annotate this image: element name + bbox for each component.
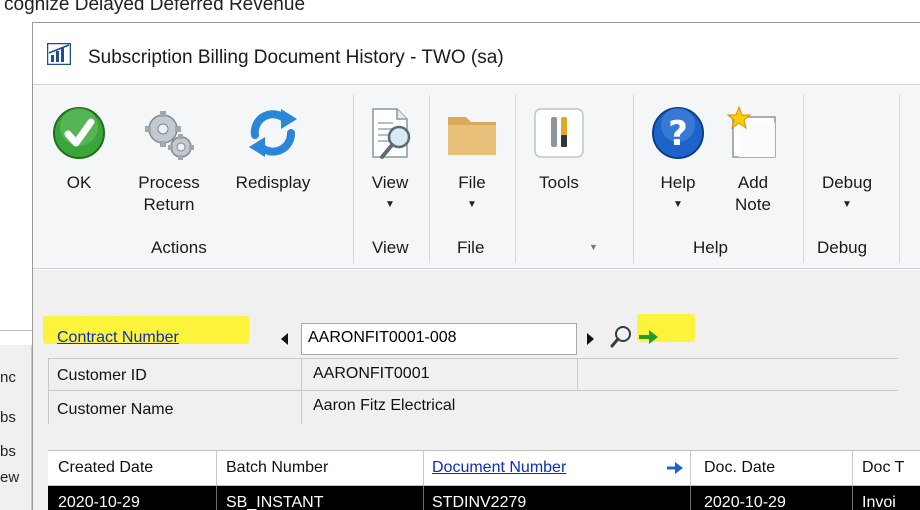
next-record-button[interactable] bbox=[579, 325, 601, 353]
debug-label: Debug bbox=[821, 173, 873, 192]
file-label: File bbox=[458, 173, 486, 192]
svg-text:?: ? bbox=[668, 114, 688, 154]
column-header-doc-type[interactable]: Doc T bbox=[862, 459, 904, 477]
help-label: Help bbox=[660, 173, 696, 192]
subscription-billing-window: Subscription Billing Document History - … bbox=[32, 22, 920, 510]
redisplay-button[interactable]: Redisplay bbox=[223, 85, 323, 225]
ribbon-separator bbox=[353, 95, 354, 263]
cell-batch-number: SB_INSTANT bbox=[226, 494, 324, 510]
background-strip-item: ew bbox=[0, 469, 20, 486]
column-divider bbox=[690, 486, 691, 510]
chevron-down-icon: ▼ bbox=[467, 199, 477, 210]
row-divider bbox=[48, 358, 898, 359]
ribbon-separator bbox=[429, 95, 430, 263]
add-note-line2: Note bbox=[735, 195, 771, 214]
ribbon-separator bbox=[803, 95, 804, 263]
background-divider bbox=[0, 330, 32, 331]
history-table-header: Created Date Batch Number Document Numbe… bbox=[48, 450, 920, 487]
refresh-icon bbox=[249, 109, 297, 157]
redisplay-label: Redisplay bbox=[235, 173, 311, 192]
customer-name-value: Aaron Fitz Electrical bbox=[313, 397, 456, 414]
folder-icon bbox=[448, 117, 496, 155]
cell-document-number: STDINV2279 bbox=[432, 494, 527, 510]
add-note-line1: Add bbox=[737, 173, 769, 192]
contract-number-link[interactable]: Contract Number bbox=[57, 329, 179, 347]
chevron-down-icon: ▼ bbox=[385, 199, 395, 210]
column-divider bbox=[216, 451, 217, 487]
tools-button[interactable]: Tools bbox=[519, 85, 599, 225]
help-group-label: Help bbox=[693, 238, 728, 257]
contract-number-input[interactable]: AARONFIT0001-008 bbox=[301, 323, 577, 355]
arrow-right-icon[interactable] bbox=[666, 461, 684, 475]
ribbon-separator bbox=[899, 95, 900, 263]
customer-id-label: Customer ID bbox=[57, 367, 147, 384]
table-row[interactable]: 2020-10-29 SB_INSTANT STDINV2279 2020-10… bbox=[48, 486, 920, 510]
ribbon-separator bbox=[515, 95, 516, 263]
chevron-right-icon bbox=[587, 333, 594, 345]
column-header-batch-number[interactable]: Batch Number bbox=[226, 459, 328, 477]
chevron-down-icon: ▼ bbox=[673, 199, 683, 210]
process-return-button[interactable]: Process Return bbox=[121, 85, 217, 225]
window-title: Subscription Billing Document History - … bbox=[88, 47, 504, 68]
row-divider bbox=[48, 358, 49, 424]
process-return-label: Process Return bbox=[121, 172, 217, 216]
row-divider bbox=[48, 390, 898, 391]
customer-id-value: AARONFIT0001 bbox=[313, 365, 430, 382]
background-window-title: cognize Delayed Deferred Revenue bbox=[4, 0, 306, 15]
ribbon-toolbar: OK Process Return Redisplay Actions View… bbox=[33, 85, 920, 269]
file-button[interactable]: File ▼ bbox=[437, 85, 507, 225]
view-label: View bbox=[371, 173, 409, 192]
help-icon: ? bbox=[652, 107, 704, 159]
actions-group-label: Actions bbox=[151, 238, 207, 257]
ribbon-separator bbox=[633, 95, 634, 263]
background-strip-item: bs bbox=[0, 409, 16, 426]
column-divider bbox=[690, 451, 691, 487]
ok-label: OK bbox=[66, 173, 92, 192]
row-divider bbox=[301, 358, 302, 424]
previous-record-button[interactable] bbox=[273, 325, 297, 353]
help-button[interactable]: ? Help ▼ bbox=[641, 85, 715, 225]
cell-doc-type: Invoi bbox=[862, 494, 896, 510]
background-strip-item: bs bbox=[0, 443, 16, 460]
cell-doc-date: 2020-10-29 bbox=[704, 494, 786, 510]
customer-name-label: Customer Name bbox=[57, 401, 174, 418]
add-note-label: Add Note bbox=[715, 172, 791, 216]
chevron-left-icon bbox=[281, 333, 288, 345]
background-window-strip: nc bs bs ew bbox=[0, 345, 32, 510]
view-button[interactable]: View ▼ bbox=[357, 85, 423, 225]
column-divider bbox=[852, 451, 853, 487]
column-divider bbox=[852, 486, 853, 510]
chevron-down-icon: ▼ bbox=[842, 199, 852, 210]
debug-group-label: Debug bbox=[817, 238, 868, 257]
cell-created-date: 2020-10-29 bbox=[58, 494, 140, 510]
process-label-line2: Return bbox=[143, 195, 195, 214]
checkmark-icon bbox=[53, 107, 105, 159]
add-note-button[interactable]: Add Note bbox=[715, 85, 791, 225]
add-note-icon bbox=[726, 105, 776, 158]
column-divider bbox=[423, 451, 424, 487]
column-divider bbox=[216, 486, 217, 510]
title-bar[interactable]: Subscription Billing Document History - … bbox=[33, 23, 920, 85]
tools-icon bbox=[534, 108, 584, 158]
process-label-line1: Process bbox=[138, 173, 200, 192]
view-group-label: View bbox=[372, 238, 409, 257]
gears-icon bbox=[145, 111, 194, 160]
app-icon bbox=[47, 43, 71, 65]
document-magnifier-icon bbox=[372, 108, 411, 159]
column-divider bbox=[423, 486, 424, 510]
ok-button[interactable]: OK bbox=[43, 85, 115, 225]
arrow-right-icon[interactable] bbox=[637, 328, 659, 346]
lookup-icon[interactable] bbox=[609, 324, 633, 350]
background-strip-item: nc bbox=[0, 369, 16, 386]
file-group-label: File bbox=[457, 238, 485, 257]
column-header-created-date[interactable]: Created Date bbox=[58, 459, 153, 477]
row-divider bbox=[577, 358, 578, 390]
document-history-form: Contract Number AARONFIT0001-008 Custome… bbox=[33, 270, 920, 510]
column-header-document-number[interactable]: Document Number bbox=[432, 459, 566, 477]
column-header-doc-date[interactable]: Doc. Date bbox=[704, 459, 775, 477]
debug-button[interactable]: Debug ▼ bbox=[807, 85, 887, 225]
chevron-down-icon[interactable]: ▼ bbox=[589, 242, 598, 252]
tools-label: Tools bbox=[539, 173, 579, 192]
